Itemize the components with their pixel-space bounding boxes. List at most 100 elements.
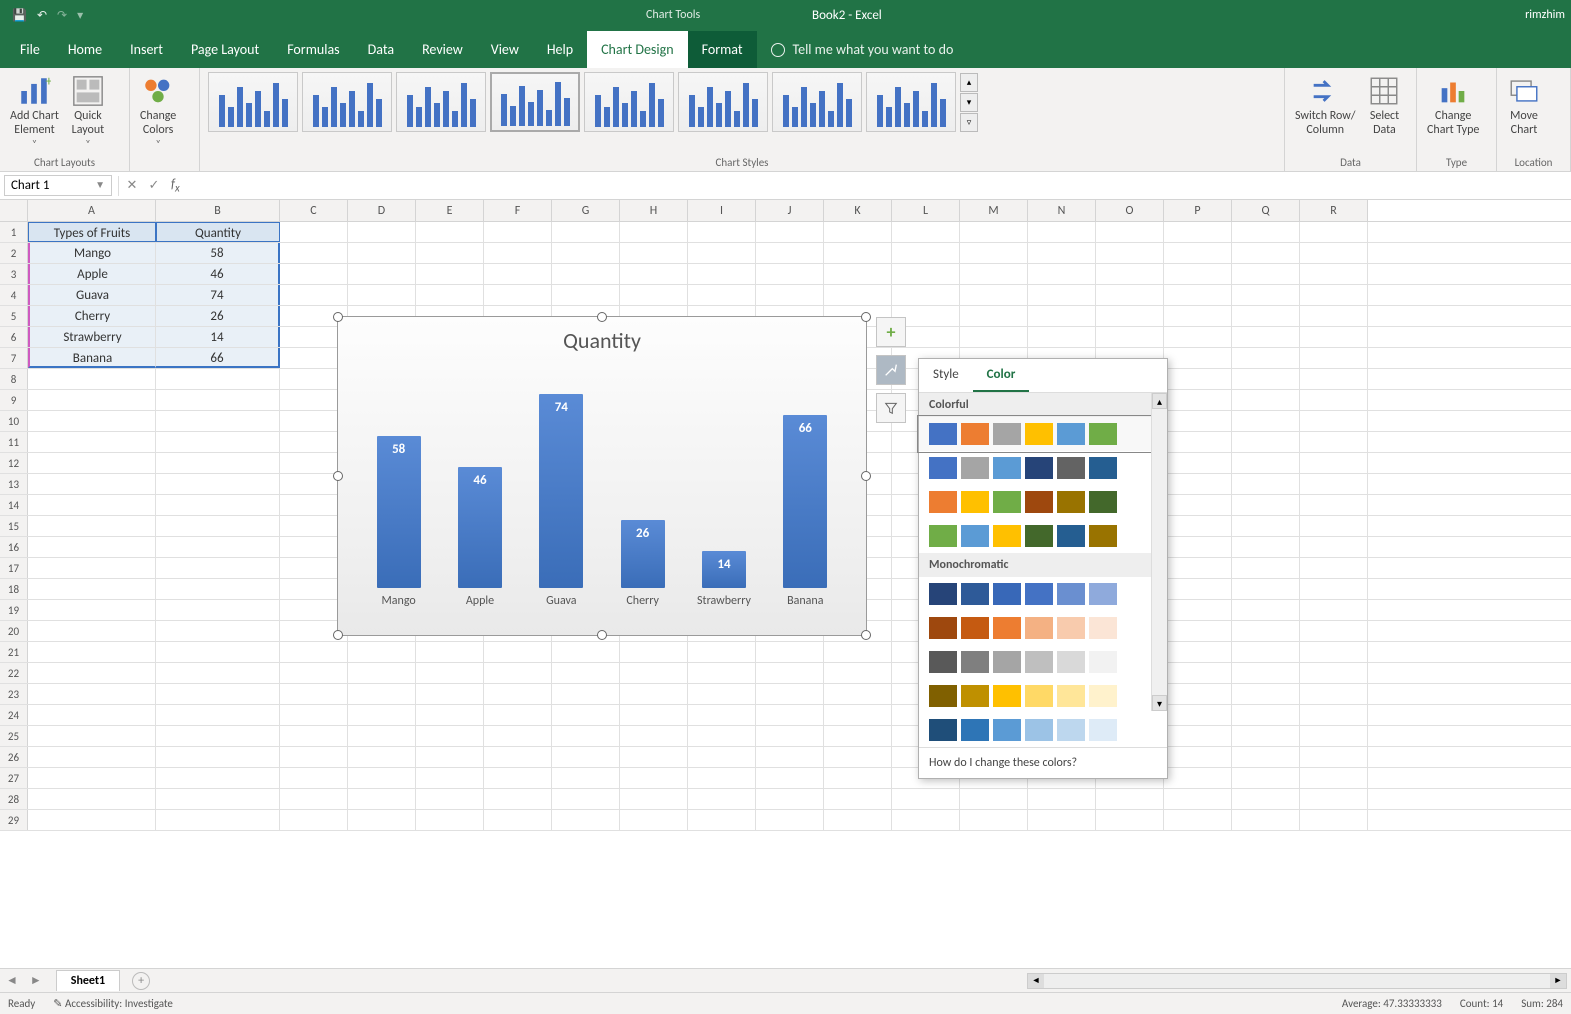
chart-bar[interactable]: 46 — [458, 467, 502, 588]
cell[interactable] — [484, 810, 552, 830]
chart-style-thumbnail[interactable] — [490, 72, 580, 132]
cell[interactable] — [1164, 726, 1232, 746]
cell[interactable] — [620, 789, 688, 809]
tab-home[interactable]: Home — [54, 31, 116, 68]
cell[interactable] — [1028, 222, 1096, 242]
resize-handle[interactable] — [597, 312, 607, 322]
sheet-tab[interactable]: Sheet1 — [56, 970, 120, 991]
cell[interactable] — [1300, 705, 1368, 725]
cell[interactable] — [28, 495, 156, 515]
row-header[interactable]: 17 — [0, 558, 28, 578]
cell[interactable] — [688, 810, 756, 830]
cell[interactable] — [28, 579, 156, 599]
cell[interactable] — [756, 726, 824, 746]
cell[interactable] — [28, 516, 156, 536]
chart-style-thumbnail[interactable] — [208, 72, 298, 132]
cell[interactable] — [1028, 285, 1096, 305]
change-colors-button[interactable]: Change Colors — [138, 72, 178, 151]
color-palette[interactable] — [919, 451, 1151, 485]
cell[interactable] — [688, 705, 756, 725]
cell[interactable] — [416, 768, 484, 788]
cell[interactable] — [156, 411, 280, 431]
cell[interactable] — [1164, 600, 1232, 620]
cell[interactable] — [280, 663, 348, 683]
cell[interactable]: 46 — [156, 264, 280, 284]
cell[interactable] — [484, 642, 552, 662]
column-header[interactable]: F — [484, 200, 552, 221]
cell[interactable] — [416, 726, 484, 746]
cell[interactable] — [1164, 558, 1232, 578]
cell[interactable] — [156, 768, 280, 788]
cell[interactable] — [756, 747, 824, 767]
cell[interactable] — [28, 705, 156, 725]
chart-style-thumbnail[interactable] — [678, 72, 768, 132]
cell[interactable] — [484, 285, 552, 305]
cell[interactable] — [1232, 747, 1300, 767]
cell[interactable] — [620, 810, 688, 830]
cell[interactable] — [824, 684, 892, 704]
cell[interactable] — [1028, 810, 1096, 830]
row-header[interactable]: 25 — [0, 726, 28, 746]
cell[interactable] — [348, 285, 416, 305]
add-chart-element-button[interactable]: +Add Chart Element — [8, 72, 61, 151]
cell[interactable]: Guava — [28, 285, 156, 305]
cell[interactable] — [348, 243, 416, 263]
cell[interactable] — [484, 222, 552, 242]
cell[interactable] — [1164, 537, 1232, 557]
cell[interactable] — [1232, 705, 1300, 725]
chart-bar[interactable]: 14 — [702, 551, 746, 588]
name-box[interactable]: Chart 1▼ — [4, 175, 112, 196]
cell[interactable] — [156, 369, 280, 389]
cell[interactable] — [824, 663, 892, 683]
cell[interactable] — [156, 432, 280, 452]
fx-icon[interactable]: fx — [165, 177, 186, 195]
cell[interactable] — [1300, 789, 1368, 809]
cell[interactable] — [280, 642, 348, 662]
row-header[interactable]: 26 — [0, 747, 28, 767]
scroll-right-icon[interactable]: ► — [1550, 974, 1566, 988]
select-data-button[interactable]: Select Data — [1365, 72, 1403, 140]
cell[interactable]: Banana — [28, 348, 156, 368]
cell[interactable] — [1164, 243, 1232, 263]
cell[interactable] — [756, 705, 824, 725]
column-header[interactable]: G — [552, 200, 620, 221]
cell[interactable] — [1164, 285, 1232, 305]
cell[interactable] — [416, 222, 484, 242]
cell[interactable] — [1300, 306, 1368, 326]
cell[interactable] — [756, 789, 824, 809]
cell[interactable] — [1300, 600, 1368, 620]
cell[interactable] — [348, 663, 416, 683]
row-header[interactable]: 6 — [0, 327, 28, 347]
cell[interactable] — [960, 789, 1028, 809]
cell[interactable] — [28, 747, 156, 767]
cell[interactable] — [416, 747, 484, 767]
select-all-corner[interactable] — [0, 200, 28, 221]
cell[interactable] — [28, 621, 156, 641]
cell[interactable] — [824, 789, 892, 809]
row-header[interactable]: 3 — [0, 264, 28, 284]
cell[interactable] — [688, 243, 756, 263]
cell[interactable] — [1232, 558, 1300, 578]
cell[interactable] — [960, 810, 1028, 830]
tab-help[interactable]: Help — [533, 31, 587, 68]
cell[interactable]: Cherry — [28, 306, 156, 326]
cell[interactable] — [28, 600, 156, 620]
cell[interactable] — [1232, 684, 1300, 704]
cell[interactable] — [1164, 306, 1232, 326]
row-header[interactable]: 14 — [0, 495, 28, 515]
cell[interactable] — [824, 285, 892, 305]
tab-insert[interactable]: Insert — [116, 31, 177, 68]
cell[interactable] — [28, 768, 156, 788]
cell[interactable] — [824, 264, 892, 284]
cell[interactable] — [1232, 621, 1300, 641]
cell[interactable] — [156, 495, 280, 515]
cell[interactable] — [348, 222, 416, 242]
cell[interactable] — [1164, 705, 1232, 725]
cell[interactable] — [1232, 390, 1300, 410]
cell[interactable] — [892, 789, 960, 809]
cell[interactable]: Mango — [28, 243, 156, 263]
tab-file[interactable]: File — [6, 31, 54, 68]
cell[interactable]: Strawberry — [28, 327, 156, 347]
cell[interactable] — [484, 726, 552, 746]
cell[interactable] — [1300, 264, 1368, 284]
